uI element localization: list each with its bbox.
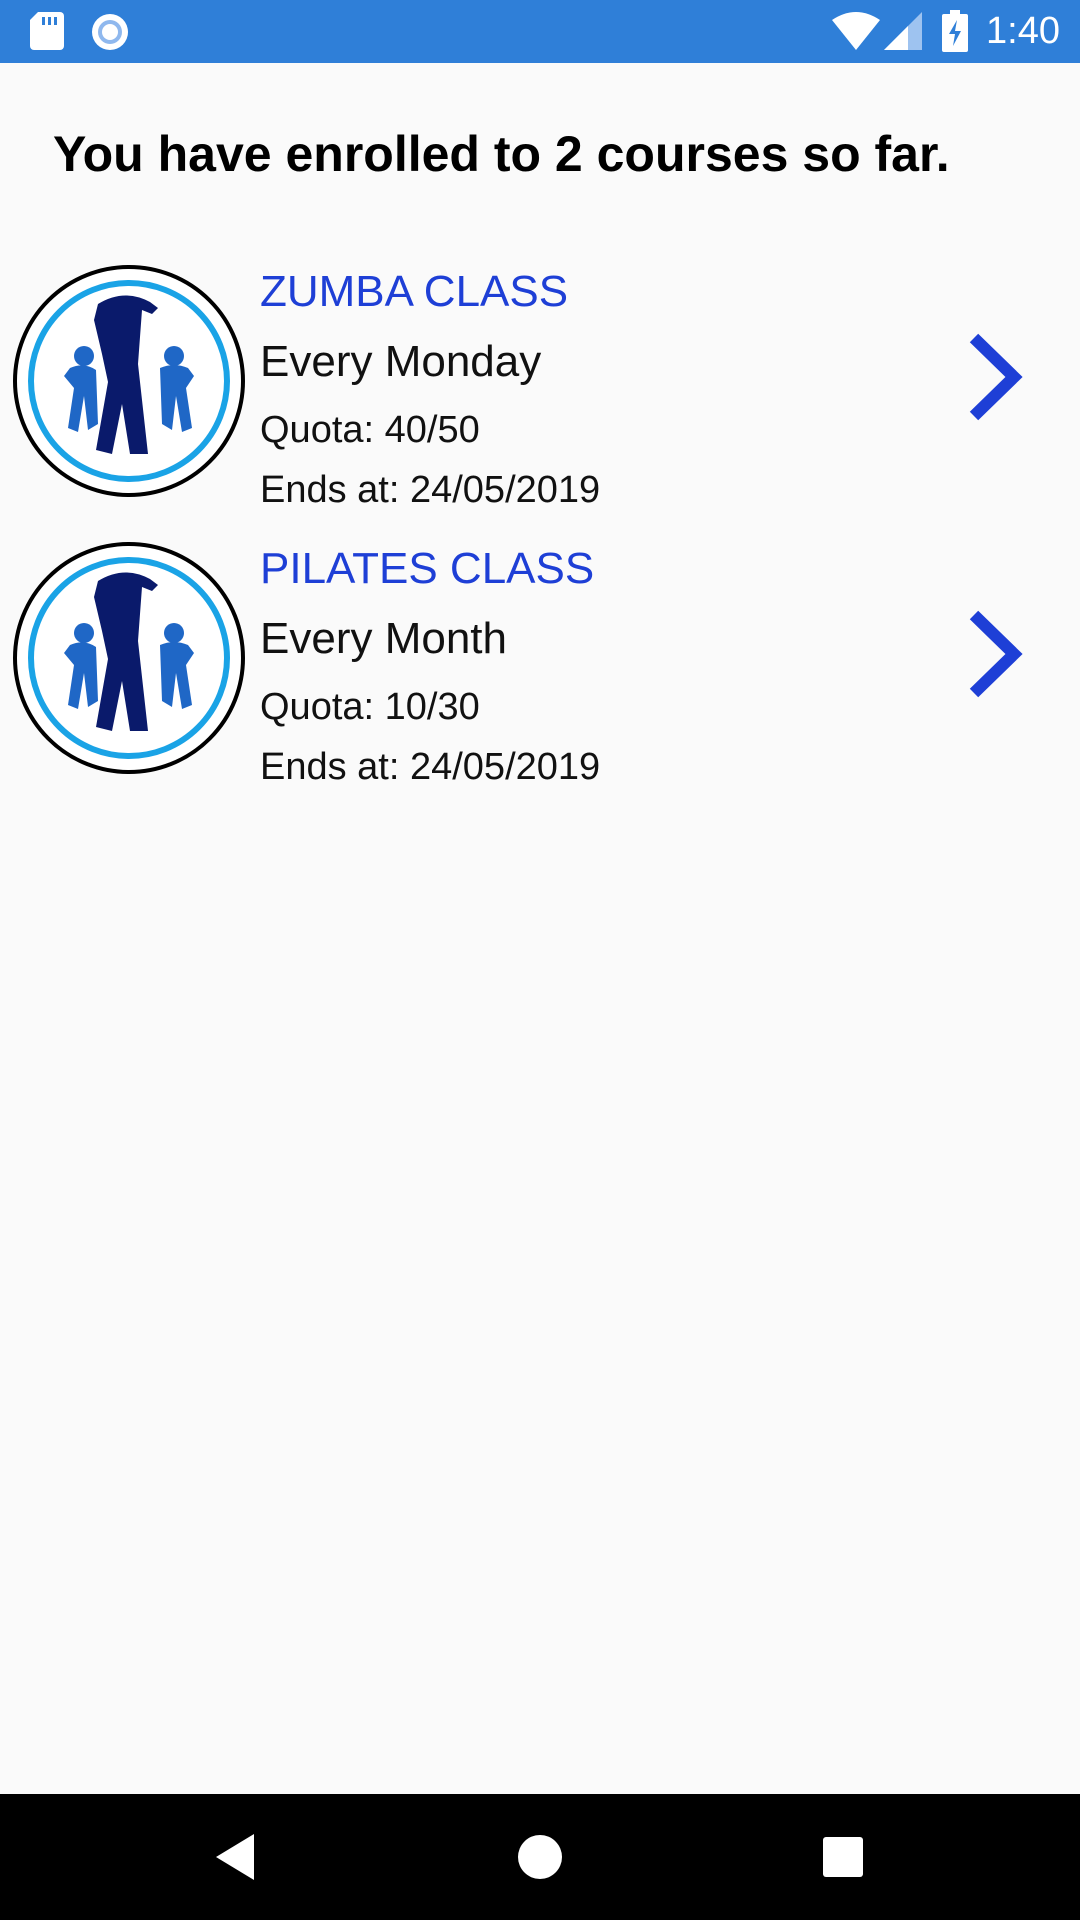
enrolled-courses-heading: You have enrolled to 2 courses so far. — [53, 126, 950, 182]
course-end-date: Ends at: 24/05/2019 — [260, 469, 601, 511]
course-schedule: Every Monday — [260, 337, 542, 386]
wifi-icon — [832, 12, 880, 50]
course-end-date: Ends at: 24/05/2019 — [260, 746, 601, 788]
chevron-right-icon[interactable] — [964, 332, 1024, 422]
back-icon[interactable] — [204, 1824, 270, 1890]
battery-charging-icon — [942, 10, 968, 52]
chevron-right-icon[interactable] — [964, 609, 1024, 699]
course-schedule: Every Month — [260, 614, 507, 663]
system-nav-bar — [0, 1794, 1080, 1920]
course-details: PILATES CLASS Every Month Quota: 10/30 E… — [260, 537, 940, 797]
recents-icon[interactable] — [810, 1824, 876, 1890]
course-item-pilates[interactable]: PILATES CLASS Every Month Quota: 10/30 E… — [0, 537, 1080, 813]
course-item-zumba[interactable]: ZUMBA CLASS Every Monday Quota: 40/50 En… — [0, 260, 1080, 536]
course-title: ZUMBA CLASS — [260, 267, 569, 316]
sync-icon — [92, 14, 128, 50]
home-icon[interactable] — [507, 1824, 573, 1890]
fitness-class-icon — [13, 542, 245, 774]
status-bar: 1:40 — [0, 0, 1080, 63]
status-clock: 1:40 — [986, 10, 1060, 52]
course-details: ZUMBA CLASS Every Monday Quota: 40/50 En… — [260, 260, 940, 520]
fitness-class-icon — [13, 265, 245, 497]
signal-icon — [884, 12, 922, 50]
sd-card-icon — [30, 12, 64, 50]
course-title: PILATES CLASS — [260, 544, 595, 593]
course-quota: Quota: 40/50 — [260, 409, 480, 451]
course-quota: Quota: 10/30 — [260, 686, 480, 728]
